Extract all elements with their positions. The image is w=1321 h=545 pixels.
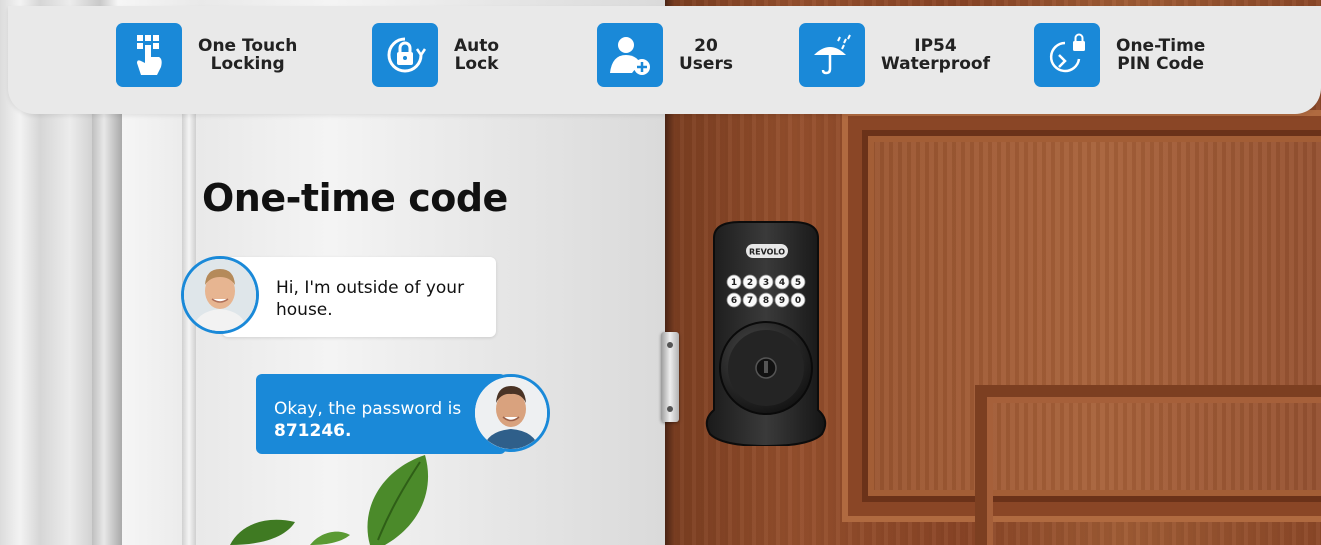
pin-code: 871246.: [274, 421, 352, 441]
feature-line1: Auto: [454, 36, 500, 56]
keypad-key-label: 3: [763, 278, 769, 288]
keypad-key-label: 9: [779, 296, 785, 306]
keypad-key-label: 2: [747, 278, 753, 288]
feature-line1: 20: [694, 36, 718, 56]
keypad-key-label: 5: [795, 278, 801, 288]
auto-lock-icon: [372, 23, 438, 87]
keypad-key-label: 1: [731, 278, 737, 288]
lock-brand: REVOLO: [749, 248, 785, 257]
plant-leaves-image: [230, 455, 429, 545]
keypad-key-label: 4: [779, 278, 785, 288]
chat-bubble-visitor: Hi, I'm outside of your house.: [222, 257, 496, 337]
feature-line2: Lock: [454, 54, 499, 74]
chat-message: Hi, I'm outside of your house.: [276, 278, 465, 320]
umbrella-rain-icon: [799, 23, 865, 87]
feature-waterproof: IP54 Waterproof: [799, 22, 990, 88]
feature-line2: Users: [679, 54, 733, 74]
feature-label: Auto Lock: [454, 37, 499, 73]
feature-label: 20 Users: [679, 37, 733, 73]
avatar-owner: [472, 374, 550, 452]
feature-one-touch: One Touch Locking: [116, 22, 297, 88]
door-panel-lower: [975, 385, 1321, 545]
keypad-key-label: 0: [795, 296, 801, 306]
keypad-key-label: 7: [747, 296, 753, 306]
feature-line1: IP54: [914, 36, 957, 56]
wall-post: [92, 110, 122, 545]
product-banner: REVOLO 12345 67890 One Touch Locking Aut…: [0, 0, 1321, 545]
feature-auto-lock: Auto Lock: [372, 22, 499, 88]
feature-line1: One Touch: [198, 36, 298, 56]
feature-line2: PIN Code: [1117, 54, 1205, 74]
smart-deadbolt-lock: REVOLO 12345 67890: [705, 221, 827, 446]
feature-line2: Locking: [210, 54, 285, 74]
avatar-visitor: [181, 256, 259, 334]
feature-line2: Waterproof: [881, 54, 990, 74]
latch-plate: [661, 332, 679, 422]
latch-screw: [667, 342, 673, 348]
keypad-key-label: 8: [763, 296, 769, 306]
chat-message-text: Okay, the password is: [274, 399, 462, 419]
page-title: One-time code: [202, 176, 508, 220]
chat-message: Okay, the password is 871246.: [274, 398, 474, 442]
feature-label: One-Time PIN Code: [1116, 37, 1205, 73]
feature-label: IP54 Waterproof: [881, 37, 990, 73]
keypad-touch-icon: [116, 23, 182, 87]
feature-line1: One-Time: [1116, 36, 1206, 56]
keypad-key-label: 6: [731, 296, 737, 306]
users-add-icon: [597, 23, 663, 87]
clock-lock-icon: [1034, 23, 1100, 87]
latch-screw: [667, 406, 673, 412]
wall-trim: [182, 110, 196, 545]
feature-label: One Touch Locking: [198, 37, 297, 73]
feature-users: 20 Users: [597, 22, 733, 88]
chat-bubble-owner: Okay, the password is 871246.: [256, 374, 506, 454]
feature-one-time-pin: One-Time PIN Code: [1034, 22, 1205, 88]
